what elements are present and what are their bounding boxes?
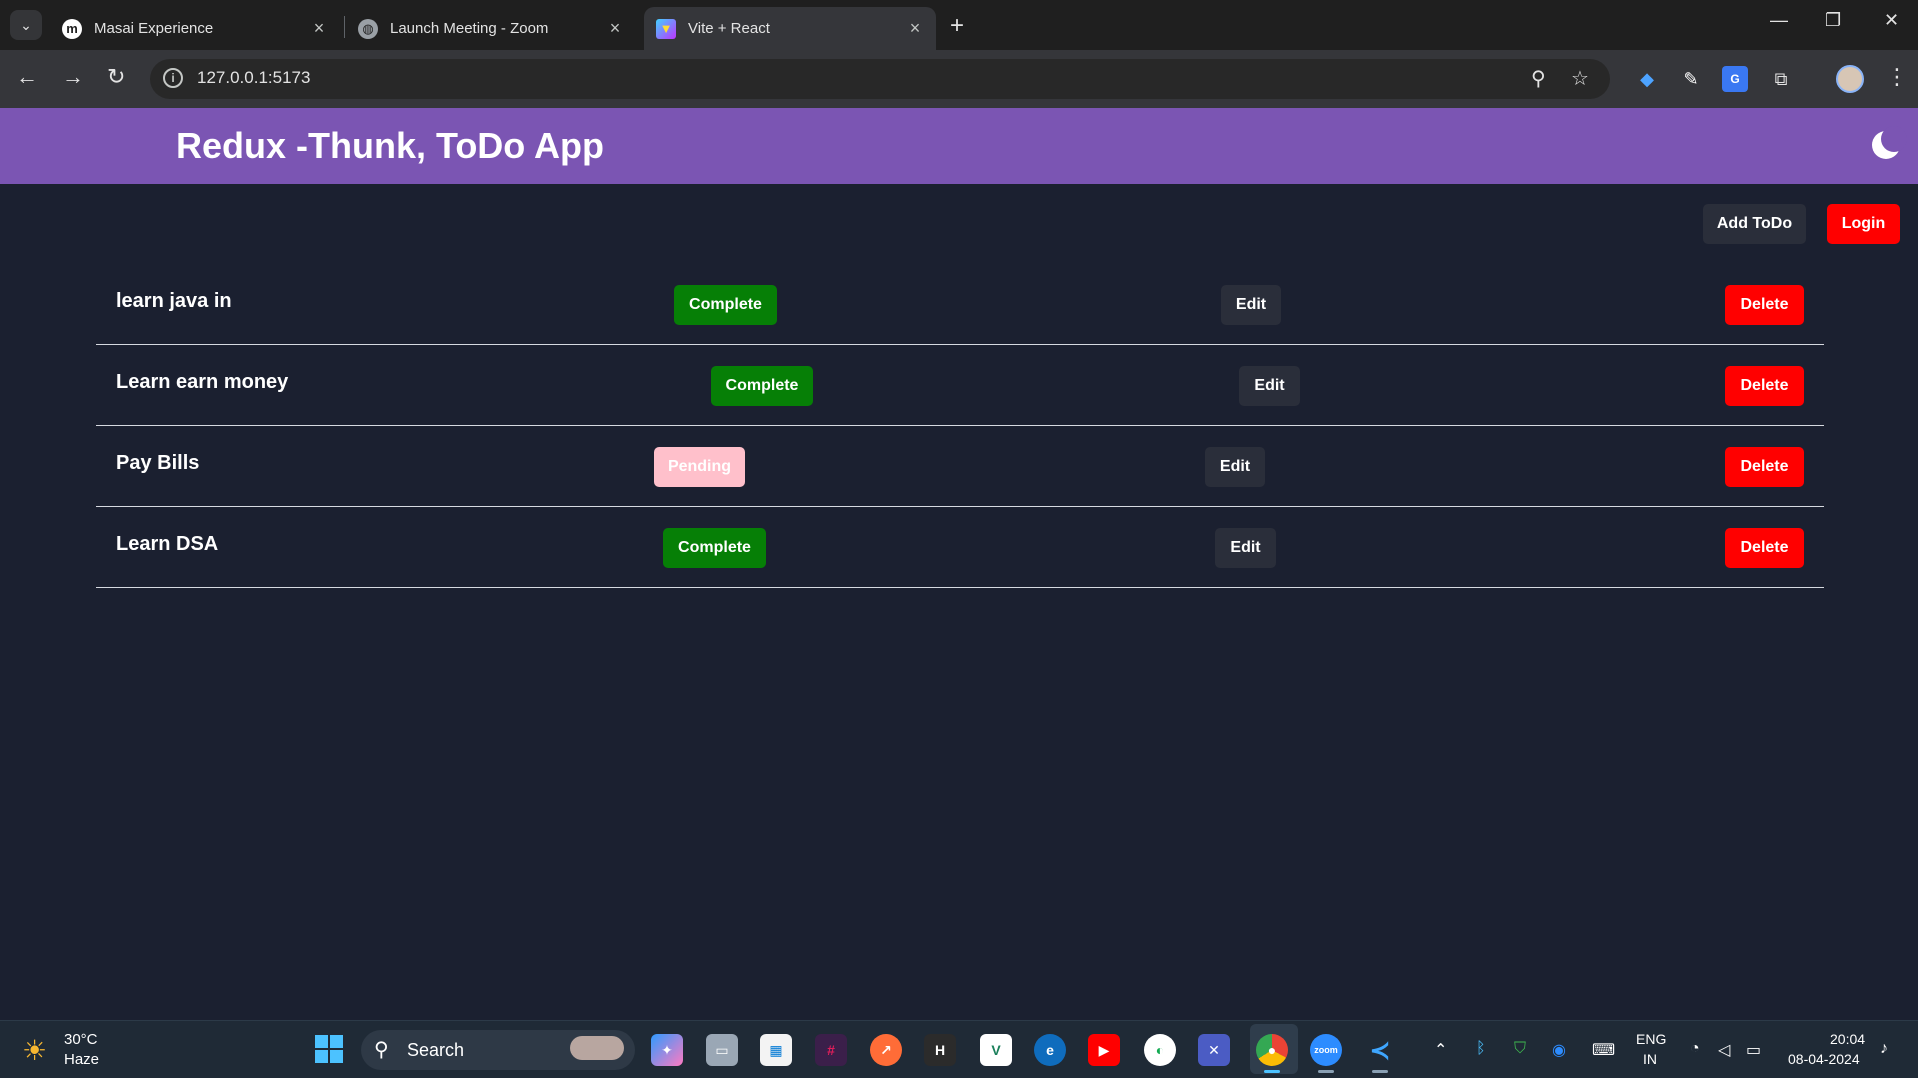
- notifications-bell-icon[interactable]: ♪: [1880, 1040, 1888, 1058]
- taskbar-search-label[interactable]: Search: [407, 1040, 464, 1061]
- site-info-icon[interactable]: i: [163, 68, 183, 88]
- security-shield-icon[interactable]: ⛉: [1514, 1040, 1526, 1058]
- postman-icon[interactable]: ↗: [870, 1034, 902, 1066]
- todo-title: Learn DSA: [116, 533, 219, 555]
- login-button[interactable]: Login: [1827, 204, 1900, 244]
- pending-status-button[interactable]: Pending: [654, 447, 745, 487]
- clock-time[interactable]: 20:04: [1830, 1031, 1865, 1047]
- volume-icon[interactable]: ◁: [1718, 1040, 1730, 1060]
- region-indicator[interactable]: IN: [1643, 1051, 1657, 1067]
- eyedropper-icon[interactable]: ✎: [1678, 66, 1704, 92]
- zoom-icon[interactable]: ⚲: [1531, 66, 1546, 91]
- vscode-running-indicator: [1372, 1070, 1388, 1073]
- task-view-icon[interactable]: ▭: [706, 1034, 738, 1066]
- todo-title: learn java in: [116, 290, 232, 312]
- bookmark-star-icon[interactable]: ☆: [1571, 66, 1589, 91]
- edit-button[interactable]: Edit: [1239, 366, 1300, 406]
- google-translate-icon[interactable]: G: [1722, 66, 1748, 92]
- vscode-icon[interactable]: ≺: [1364, 1034, 1396, 1066]
- tab-title: Vite + React: [688, 20, 770, 37]
- clock-date[interactable]: 08-04-2024: [1788, 1051, 1860, 1067]
- profile-avatar[interactable]: [1836, 65, 1864, 93]
- extensions-puzzle-icon[interactable]: ⧉: [1768, 66, 1794, 92]
- taskbar: [0, 1020, 1918, 1078]
- delete-button[interactable]: Delete: [1725, 366, 1804, 406]
- h-app-icon[interactable]: H: [924, 1034, 956, 1066]
- todo-item: learn java in: [96, 264, 1824, 345]
- tab-divider: [344, 16, 345, 38]
- todo-title: Learn earn money: [116, 371, 289, 393]
- delete-button[interactable]: Delete: [1725, 528, 1804, 568]
- battery-icon[interactable]: ▭: [1746, 1040, 1761, 1060]
- weather-haze-icon[interactable]: ☀: [22, 1034, 47, 1067]
- close-icon[interactable]: ×: [906, 18, 924, 39]
- minimize-icon[interactable]: —: [1770, 10, 1788, 31]
- url-text[interactable]: 127.0.0.1:5173: [197, 68, 310, 88]
- complete-status-button[interactable]: Complete: [674, 285, 777, 325]
- wifi-icon[interactable]: ◔: [1690, 1040, 1700, 1058]
- extension-shield-icon[interactable]: ◆: [1634, 66, 1660, 92]
- copilot-icon[interactable]: ✦: [651, 1034, 683, 1066]
- todo-item: Pay Bills: [96, 426, 1824, 507]
- zoom-tray-icon[interactable]: ◉: [1552, 1040, 1566, 1060]
- zoom-running-indicator: [1318, 1070, 1334, 1073]
- chrome-icon[interactable]: ●: [1256, 1034, 1288, 1066]
- mongodb-compass-icon[interactable]: ◐: [1144, 1034, 1176, 1066]
- tab-vite-react[interactable]: ▼ Vite + React ×: [644, 7, 936, 50]
- close-icon[interactable]: ×: [606, 18, 624, 39]
- todo-item: Learn DSA: [96, 507, 1824, 588]
- keyboard-icon[interactable]: ⌨: [1592, 1040, 1615, 1060]
- weather-description[interactable]: Haze: [64, 1051, 99, 1068]
- more-menu-icon[interactable]: ⋮: [1886, 64, 1908, 90]
- tab-title: Masai Experience: [94, 20, 214, 37]
- forward-icon[interactable]: →: [62, 64, 84, 90]
- zoom-app-icon[interactable]: zoom: [1310, 1034, 1342, 1066]
- close-icon[interactable]: ×: [310, 18, 328, 39]
- slack-icon[interactable]: #: [815, 1034, 847, 1066]
- weather-temperature[interactable]: 30°C: [64, 1031, 98, 1048]
- back-icon[interactable]: ←: [16, 64, 38, 90]
- tab-launch-meeting-zoom[interactable]: ◍ Launch Meeting - Zoom ×: [346, 7, 636, 50]
- restore-icon[interactable]: ❐: [1825, 10, 1841, 31]
- insomnia-tool-icon[interactable]: ✕: [1198, 1034, 1230, 1066]
- microsoft-store-icon[interactable]: ▦: [760, 1034, 792, 1066]
- globe-icon: ◍: [358, 18, 378, 39]
- new-tab-button[interactable]: +: [950, 12, 964, 40]
- page-title: Redux -Thunk, ToDo App: [176, 125, 604, 166]
- windows-start-icon[interactable]: [315, 1035, 343, 1063]
- search-icon: ⚲: [374, 1039, 389, 1061]
- todo-title: Pay Bills: [116, 452, 200, 474]
- delete-button[interactable]: Delete: [1725, 285, 1804, 325]
- add-todo-button[interactable]: Add ToDo: [1703, 204, 1806, 244]
- youtube-icon[interactable]: ▶: [1088, 1034, 1120, 1066]
- language-indicator[interactable]: ENG: [1636, 1031, 1666, 1047]
- todo-item: Learn earn money: [96, 345, 1824, 426]
- address-bar[interactable]: [150, 59, 1610, 99]
- vite-logo-icon: ▼: [656, 18, 676, 39]
- search-highlight-image: [570, 1036, 624, 1060]
- tab-masai-experience[interactable]: m Masai Experience ×: [50, 7, 340, 50]
- chrome-running-indicator: [1264, 1070, 1280, 1073]
- edit-button[interactable]: Edit: [1221, 285, 1281, 325]
- edge-browser-icon[interactable]: e: [1034, 1034, 1066, 1066]
- window-close-icon[interactable]: ✕: [1884, 10, 1899, 31]
- vector-app-icon[interactable]: V: [980, 1034, 1012, 1066]
- dark-mode-moon-icon[interactable]: [1872, 126, 1907, 159]
- tab-title: Launch Meeting - Zoom: [390, 20, 549, 37]
- delete-button[interactable]: Delete: [1725, 447, 1804, 487]
- reload-icon[interactable]: ↻: [107, 64, 125, 90]
- show-hidden-icons-chevron-icon[interactable]: ⌃: [1434, 1040, 1447, 1060]
- complete-status-button[interactable]: Complete: [663, 528, 766, 568]
- bluetooth-icon[interactable]: ᛒ: [1476, 1040, 1486, 1058]
- tab-search-button[interactable]: ⌄: [10, 10, 42, 40]
- edit-button[interactable]: Edit: [1215, 528, 1276, 568]
- masai-logo-icon: m: [62, 18, 82, 39]
- edit-button[interactable]: Edit: [1205, 447, 1265, 487]
- complete-status-button[interactable]: Complete: [711, 366, 813, 406]
